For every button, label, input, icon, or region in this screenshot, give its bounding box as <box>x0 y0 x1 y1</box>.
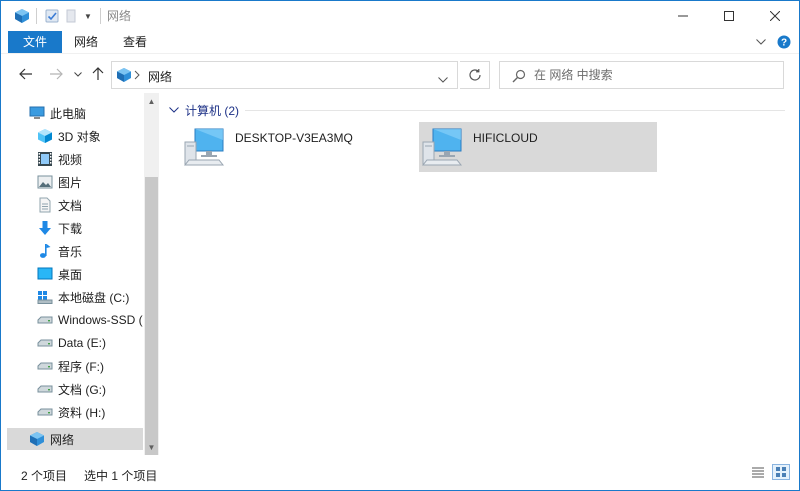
computer-icon <box>421 126 465 168</box>
drive-icon <box>37 358 53 374</box>
arrow-up-icon <box>92 67 104 80</box>
download-icon <box>37 220 53 236</box>
tab-view[interactable]: 查看 <box>113 31 157 53</box>
windows-drive-icon <box>37 289 53 305</box>
computer-icon <box>183 126 227 168</box>
breadcrumb-location[interactable]: 网络 <box>148 68 172 85</box>
desktop-icon <box>37 266 53 282</box>
close-icon <box>770 11 780 21</box>
address-bar[interactable]: 网络 <box>111 61 458 89</box>
arrow-left-icon <box>19 68 32 80</box>
explorer-window: ▼ 网络 文件 网络 查看 ? 网络 在 网络 中搜索 此电脑 3D 对象 视频… <box>0 0 800 491</box>
selection-count: 选中 1 个项目 <box>84 469 158 483</box>
details-view-icon <box>752 467 764 478</box>
drive-icon <box>37 312 53 328</box>
computer-name: HIFICLOUD <box>473 131 538 145</box>
chevron-down-icon <box>74 71 82 77</box>
back-button[interactable] <box>15 62 37 86</box>
details-view-button[interactable] <box>749 464 767 480</box>
pc-icon <box>29 105 45 121</box>
network-app-icon[interactable] <box>11 1 33 31</box>
search-icon <box>512 69 526 83</box>
maximize-button[interactable] <box>706 1 752 31</box>
minimize-button[interactable] <box>660 1 706 31</box>
refresh-button[interactable] <box>460 61 490 89</box>
tiles-view-icon <box>776 467 786 477</box>
quick-access-dropdown-icon[interactable]: ▼ <box>81 1 95 31</box>
chevron-down-icon <box>756 39 766 45</box>
computer-tile-hificloud[interactable]: HIFICLOUD <box>419 122 657 172</box>
navigation-pane: 此电脑 3D 对象 视频 图片 文档 下载 音乐 桌面 本地磁盘 (C:) Wi… <box>1 93 159 455</box>
drive-icon <box>37 381 53 397</box>
computer-tile-desktop[interactable]: DESKTOP-V3EA3MQ <box>181 122 419 172</box>
search-input[interactable] <box>534 65 774 85</box>
new-folder-quick-icon[interactable] <box>63 1 79 31</box>
group-header-computers[interactable]: 计算机 (2) <box>169 101 239 119</box>
drive-icon <box>37 335 53 351</box>
chevron-down-icon <box>438 77 448 83</box>
group-divider <box>245 110 785 111</box>
properties-quick-icon[interactable] <box>43 1 61 31</box>
item-count: 2 个项目 <box>21 469 68 483</box>
drive-icon <box>37 404 53 420</box>
tab-file[interactable]: 文件 <box>8 31 62 53</box>
forward-button[interactable] <box>45 62 67 86</box>
nav-scrollbar-thumb[interactable] <box>145 177 158 455</box>
ribbon-tabs: 文件 网络 查看 ? <box>1 31 799 53</box>
music-icon <box>37 243 53 259</box>
tab-network[interactable]: 网络 <box>64 31 108 53</box>
content-pane: 计算机 (2) DESKTOP-V3EA3MQ HIFICLOUD <box>159 93 799 455</box>
title-separator <box>100 8 101 24</box>
sidebar-item-windows-ssd[interactable]: Windows-SSD ( <box>37 309 145 331</box>
window-title: 网络 <box>107 9 132 23</box>
pictures-icon <box>37 174 53 190</box>
title-bar: ▼ 网络 <box>1 1 799 31</box>
minimize-icon <box>678 15 688 17</box>
help-icon: ? <box>777 35 791 49</box>
search-box[interactable] <box>499 61 784 89</box>
address-row: 网络 <box>1 53 799 93</box>
expand-ribbon-button[interactable] <box>753 31 769 53</box>
3d-objects-icon <box>37 128 53 144</box>
computer-name: DESKTOP-V3EA3MQ <box>235 131 353 145</box>
video-icon <box>37 151 53 167</box>
documents-icon <box>37 197 53 213</box>
address-dropdown-button[interactable] <box>438 72 450 83</box>
arrow-right-icon <box>50 68 63 80</box>
sidebar-item-network[interactable]: 网络 <box>7 428 143 450</box>
status-bar: 2 个项目 选中 1 个项目 <box>1 455 799 490</box>
network-icon <box>116 67 132 83</box>
breadcrumb-chevron-icon[interactable] <box>134 69 142 81</box>
refresh-icon <box>468 69 481 81</box>
title-separator <box>36 8 37 24</box>
chevron-down-icon <box>169 107 179 113</box>
close-button[interactable] <box>752 1 798 31</box>
tiles-view-button[interactable] <box>772 464 790 480</box>
maximize-icon <box>724 11 734 21</box>
svg-text:?: ? <box>781 38 787 49</box>
scroll-up-arrow-icon[interactable]: ▲ <box>144 93 159 109</box>
recent-locations-button[interactable] <box>71 62 85 86</box>
help-button[interactable]: ? <box>775 31 793 53</box>
scroll-down-arrow-icon[interactable]: ▼ <box>144 439 159 455</box>
up-button[interactable] <box>89 62 107 86</box>
network-icon <box>29 431 45 447</box>
